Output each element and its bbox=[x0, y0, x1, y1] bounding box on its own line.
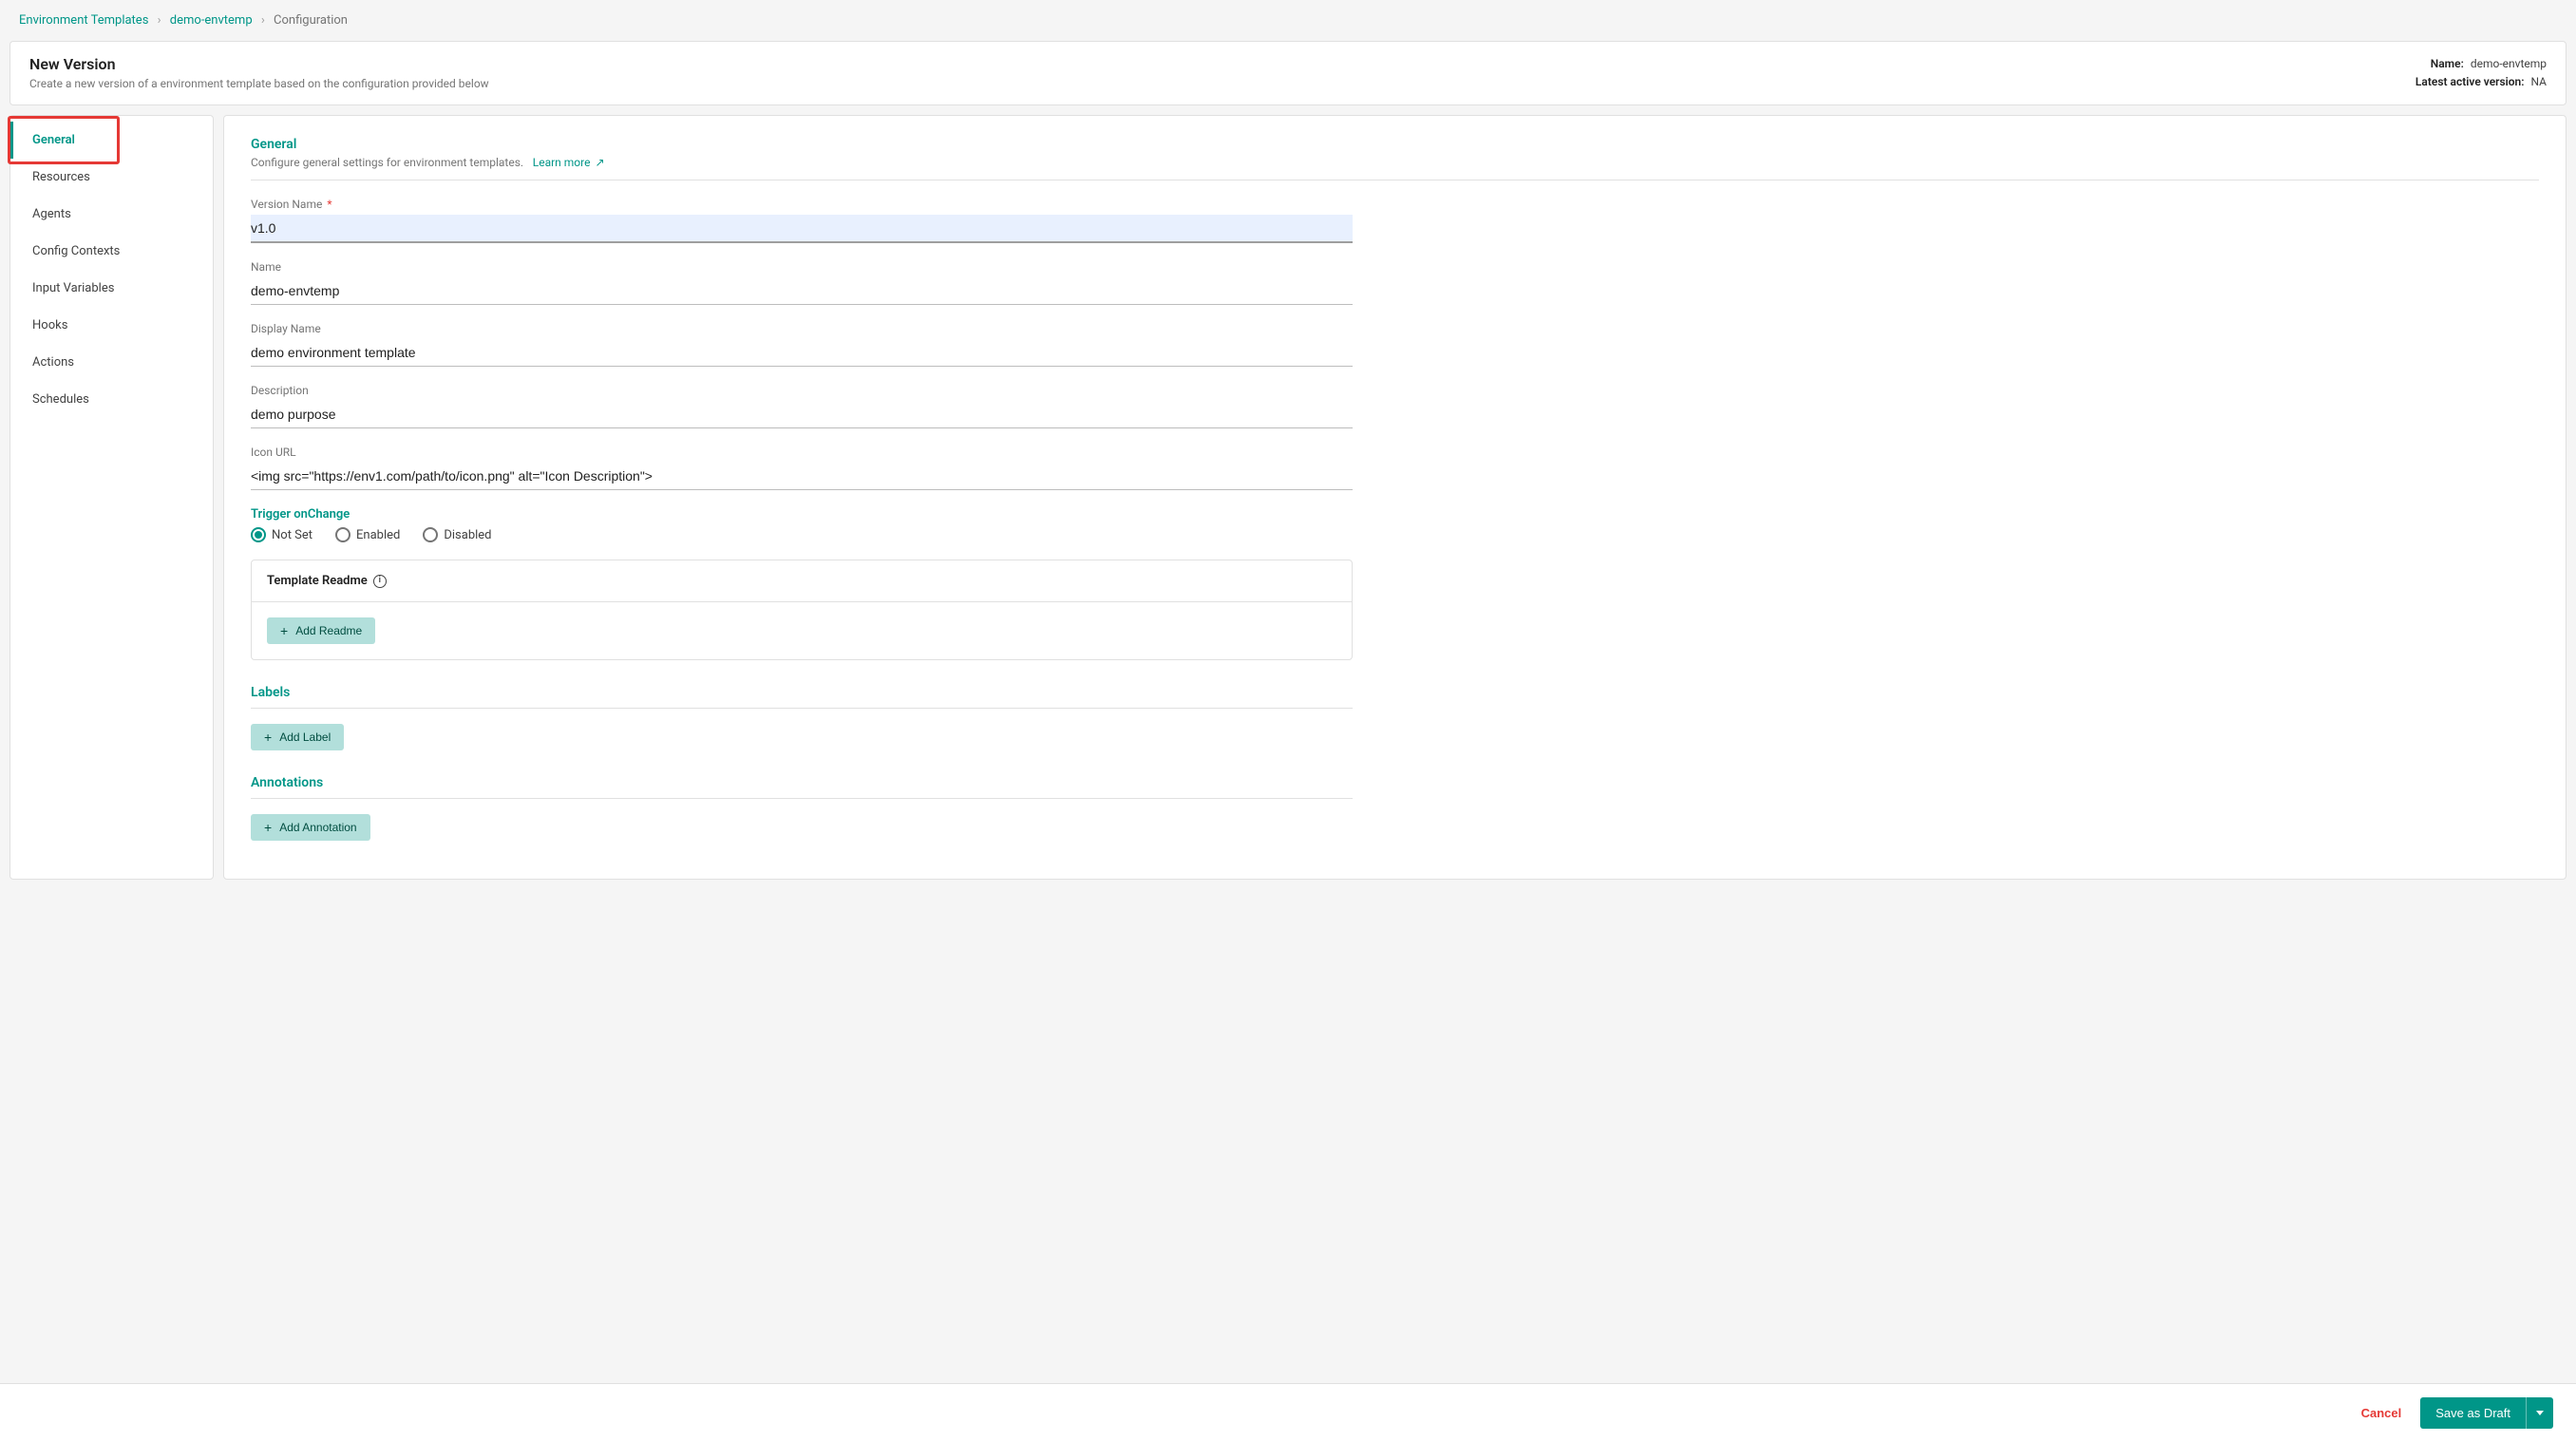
label-name: Name bbox=[251, 260, 1353, 274]
save-dropdown-button[interactable] bbox=[2526, 1397, 2553, 1429]
label-display-name: Display Name bbox=[251, 322, 1353, 335]
page-subtitle: Create a new version of a environment te… bbox=[29, 77, 489, 90]
radio-icon bbox=[423, 527, 438, 542]
input-description[interactable] bbox=[251, 401, 1353, 428]
chevron-right-icon: › bbox=[158, 13, 161, 28]
input-name[interactable] bbox=[251, 277, 1353, 305]
sidebar-item-schedules[interactable]: Schedules bbox=[10, 381, 213, 418]
sidebar-item-agents[interactable]: Agents bbox=[10, 196, 213, 233]
input-display-name[interactable] bbox=[251, 339, 1353, 367]
template-readme-box: Template Readme i + Add Readme bbox=[251, 560, 1353, 660]
breadcrumb-root[interactable]: Environment Templates bbox=[19, 13, 148, 28]
input-icon-url[interactable] bbox=[251, 463, 1353, 490]
radio-not-set[interactable]: Not Set bbox=[251, 527, 313, 542]
info-icon[interactable]: i bbox=[373, 575, 387, 588]
radio-enabled[interactable]: Enabled bbox=[335, 527, 400, 542]
plus-icon: + bbox=[280, 624, 288, 637]
label-version-name-text: Version Name bbox=[251, 198, 322, 211]
main-panel: General Configure general settings for e… bbox=[223, 115, 2567, 880]
sidebar: General Resources Agents Config Contexts… bbox=[9, 115, 214, 880]
radio-not-set-label: Not Set bbox=[272, 528, 313, 542]
save-as-draft-button[interactable]: Save as Draft bbox=[2420, 1397, 2526, 1429]
sidebar-item-hooks[interactable]: Hooks bbox=[10, 307, 213, 344]
label-version-name: Version Name * bbox=[251, 198, 1353, 211]
trigger-title: Trigger onChange bbox=[251, 507, 1353, 522]
learn-more-text: Learn more bbox=[533, 156, 591, 169]
sidebar-item-input-variables[interactable]: Input Variables bbox=[10, 270, 213, 307]
labels-title: Labels bbox=[251, 685, 1353, 700]
label-description: Description bbox=[251, 384, 1353, 397]
radio-enabled-label: Enabled bbox=[356, 528, 400, 542]
header-name-label: Name: bbox=[2431, 57, 2464, 70]
section-title-general: General bbox=[251, 137, 2539, 152]
divider bbox=[251, 708, 1353, 709]
radio-icon bbox=[335, 527, 350, 542]
footer: Cancel Save as Draft bbox=[0, 1383, 2576, 1442]
divider bbox=[251, 798, 1353, 799]
breadcrumb-current: Configuration bbox=[274, 13, 348, 28]
sidebar-item-config-contexts[interactable]: Config Contexts bbox=[10, 233, 213, 270]
add-annotation-button[interactable]: + Add Annotation bbox=[251, 814, 370, 841]
external-link-icon: ↗ bbox=[595, 156, 604, 169]
header-latest-label: Latest active version: bbox=[2415, 75, 2525, 88]
page-header: New Version Create a new version of a en… bbox=[9, 41, 2567, 105]
chevron-down-icon bbox=[2536, 1411, 2544, 1415]
label-icon-url: Icon URL bbox=[251, 446, 1353, 459]
section-subtitle-general: Configure general settings for environme… bbox=[251, 156, 523, 169]
add-annotation-label: Add Annotation bbox=[279, 821, 356, 834]
radio-disabled[interactable]: Disabled bbox=[423, 527, 491, 542]
template-readme-title: Template Readme bbox=[267, 574, 368, 588]
header-name-value: demo-envtemp bbox=[2471, 57, 2547, 70]
sidebar-item-general[interactable]: General bbox=[10, 122, 213, 159]
sidebar-item-resources[interactable]: Resources bbox=[10, 159, 213, 196]
required-asterisk: * bbox=[327, 198, 331, 211]
plus-icon: + bbox=[264, 730, 272, 744]
input-version-name[interactable] bbox=[251, 215, 1353, 243]
annotations-title: Annotations bbox=[251, 775, 1353, 790]
header-latest-value: NA bbox=[2531, 75, 2548, 88]
add-label-button[interactable]: + Add Label bbox=[251, 724, 344, 750]
learn-more-link[interactable]: Learn more ↗ bbox=[533, 156, 605, 169]
breadcrumb-item[interactable]: demo-envtemp bbox=[170, 13, 253, 28]
radio-icon bbox=[251, 527, 266, 542]
sidebar-item-actions[interactable]: Actions bbox=[10, 344, 213, 381]
add-readme-button[interactable]: + Add Readme bbox=[267, 617, 375, 644]
chevron-right-icon: › bbox=[261, 13, 265, 28]
cancel-button[interactable]: Cancel bbox=[2361, 1406, 2402, 1420]
add-readme-label: Add Readme bbox=[295, 624, 362, 637]
breadcrumb: Environment Templates › demo-envtemp › C… bbox=[0, 0, 2576, 41]
plus-icon: + bbox=[264, 821, 272, 834]
add-label-label: Add Label bbox=[279, 730, 331, 744]
radio-disabled-label: Disabled bbox=[444, 528, 491, 542]
page-title: New Version bbox=[29, 55, 489, 73]
